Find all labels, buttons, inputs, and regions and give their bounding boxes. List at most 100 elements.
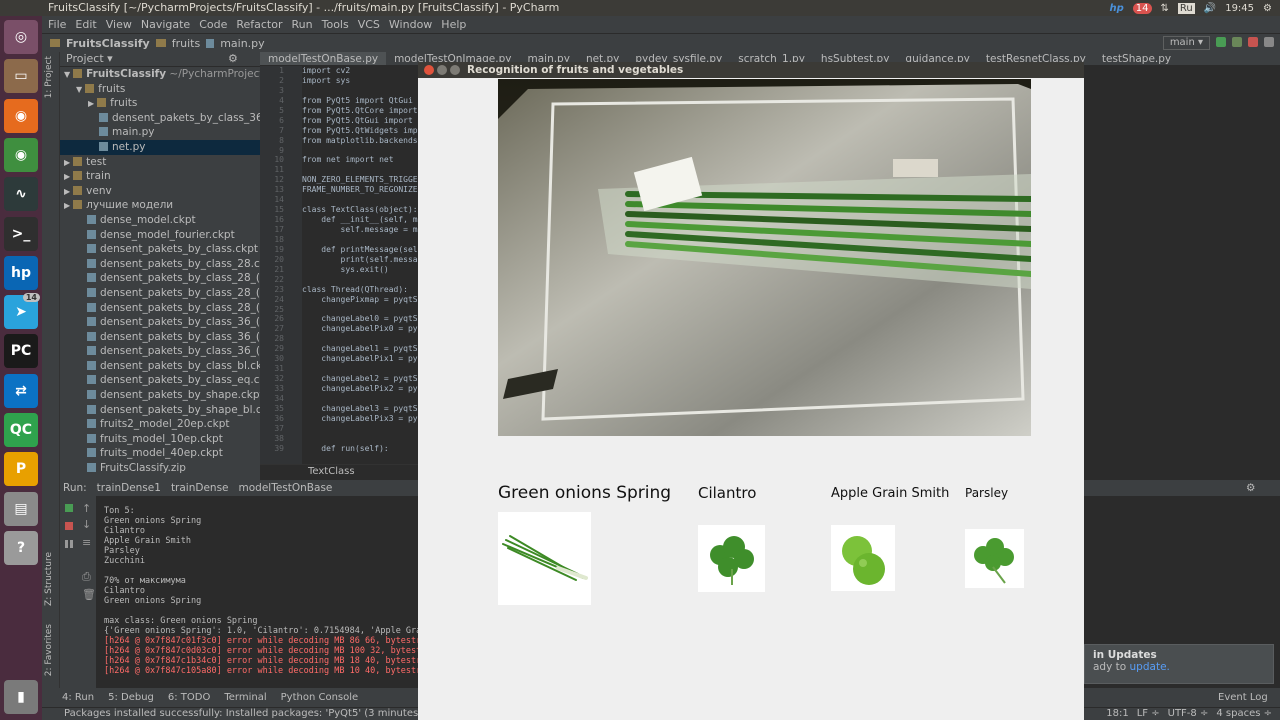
scanner-icon[interactable]: ▤: [4, 491, 38, 526]
run-icon[interactable]: [1216, 37, 1226, 47]
status-message[interactable]: Packages installed successfully: Install…: [64, 708, 444, 719]
wrap-icon[interactable]: ≡: [82, 536, 91, 549]
tool-window-2[interactable]: 6: TODO: [168, 692, 210, 703]
expand-arrow-icon[interactable]: ▶: [88, 99, 94, 108]
stop-icon[interactable]: [1248, 37, 1258, 47]
nav-file[interactable]: main.py: [220, 37, 264, 50]
menu-tools[interactable]: Tools: [322, 18, 349, 31]
code-breadcrumb[interactable]: TextClass: [260, 464, 418, 480]
chrome-icon[interactable]: ◉: [4, 137, 38, 172]
files-icon[interactable]: ▭: [4, 59, 38, 94]
menu-refactor[interactable]: Refactor: [236, 18, 282, 31]
menu-window[interactable]: Window: [389, 18, 432, 31]
volume-icon[interactable]: 🔊: [1204, 3, 1216, 14]
tree-item[interactable]: dense_model.ckpt: [60, 213, 260, 228]
stop-run-icon[interactable]: [65, 522, 73, 530]
tree-item[interactable]: densent_pakets_by_class_28_(1).ckpt: [60, 271, 260, 286]
tree-item[interactable]: ▶ venv: [60, 184, 260, 199]
nav-project[interactable]: FruitsClassify: [66, 37, 150, 50]
menu-edit[interactable]: Edit: [75, 18, 96, 31]
menu-file[interactable]: File: [48, 18, 66, 31]
presentation-icon[interactable]: P: [4, 452, 38, 487]
tree-item[interactable]: ▶ train: [60, 169, 260, 184]
pause-icon[interactable]: [65, 540, 73, 548]
maximize-icon[interactable]: [450, 65, 460, 75]
tree-item[interactable]: densent_pakets_by_class_eq.ckpt: [60, 373, 260, 388]
telegram-icon[interactable]: ➤ 14: [4, 293, 40, 330]
menu-vcs[interactable]: VCS: [358, 18, 380, 31]
tree-item[interactable]: fruits_model_10ep.ckpt: [60, 432, 260, 447]
print-icon[interactable]: ⎙: [82, 570, 91, 584]
tree-item[interactable]: densent_pakets_by_class_bl.ckpt: [60, 359, 260, 374]
run-tab-1[interactable]: trainDense: [171, 482, 229, 494]
ubuntu-dash-icon[interactable]: ◎: [4, 20, 38, 54]
expand-arrow-icon[interactable]: ▼: [76, 85, 82, 94]
tree-item[interactable]: densent_pakets_by_class_36_(eps_0_0: [60, 344, 260, 359]
tool-window-4[interactable]: Python Console: [281, 692, 359, 703]
expand-arrow-icon[interactable]: ▶: [64, 158, 70, 167]
hp-icon[interactable]: hp: [4, 255, 38, 290]
tree-item[interactable]: ▼ fruits: [60, 82, 260, 97]
update-link[interactable]: update.: [1130, 661, 1170, 673]
teamviewer-icon[interactable]: ⇄: [4, 373, 38, 408]
menu-navigate[interactable]: Navigate: [141, 18, 190, 31]
system-monitor-icon[interactable]: ∿: [4, 177, 38, 212]
pycharm-icon[interactable]: PC: [4, 334, 38, 369]
tree-item[interactable]: ▼ FruitsClassify ~/PycharmProjects/Fruits…: [60, 67, 260, 82]
clock[interactable]: 19:45: [1225, 3, 1254, 14]
nav-folder[interactable]: fruits: [172, 37, 200, 50]
expand-arrow-icon[interactable]: ▼: [64, 70, 70, 79]
menu-help[interactable]: Help: [441, 18, 466, 31]
run-console[interactable]: Ton 5: Green onions Spring Cilantro Apple G…: [96, 496, 418, 688]
tree-item[interactable]: densent_pakets_by_class_28_(eps_0_0: [60, 301, 260, 316]
expand-arrow-icon[interactable]: ▶: [64, 172, 70, 181]
favorites-tool-tab[interactable]: 2: Favorites: [44, 624, 54, 676]
tree-item[interactable]: ▶ test: [60, 155, 260, 170]
tree-item[interactable]: ▶ fruits: [60, 96, 260, 111]
minimize-icon[interactable]: [437, 65, 447, 75]
tree-item[interactable]: densent_pakets_by_class_36_(eps_0_0: [60, 330, 260, 345]
run-tab-2[interactable]: modelTestOnBase: [239, 482, 333, 494]
down-arrow-icon[interactable]: ↓: [82, 518, 91, 531]
debug-icon[interactable]: [1232, 37, 1242, 47]
keyboard-layout[interactable]: Ru: [1177, 2, 1195, 14]
settings-gear-icon[interactable]: ⚙: [1263, 3, 1272, 14]
tree-item[interactable]: densent_pakets_by_class_28_(40_ep).c: [60, 286, 260, 301]
network-icon[interactable]: ⇅: [1161, 3, 1169, 14]
menu-view[interactable]: View: [106, 18, 132, 31]
tree-item[interactable]: fruits2_model_20ep.ckpt: [60, 417, 260, 432]
trash-icon[interactable]: 🗑: [82, 588, 96, 601]
tree-item[interactable]: fruits_model_40ep.ckpt: [60, 446, 260, 461]
tree-item[interactable]: main.py: [60, 125, 260, 140]
settings-gear-icon[interactable]: ⚙: [228, 52, 238, 66]
notification-badge[interactable]: 14: [1132, 2, 1152, 14]
file-encoding[interactable]: UTF-8 ÷: [1168, 708, 1209, 720]
trash-icon[interactable]: ▮: [4, 680, 38, 714]
event-log-button[interactable]: Event Log: [1218, 692, 1268, 703]
help-icon[interactable]: ?: [4, 530, 38, 565]
firefox-icon[interactable]: ◉: [4, 98, 38, 133]
hp-tray-icon[interactable]: hp: [1110, 3, 1124, 14]
code-editor[interactable]: import cv2 import sys from PyQt5 import Qt…: [302, 66, 418, 464]
expand-arrow-icon[interactable]: ▶: [64, 201, 70, 210]
settings-gear-icon[interactable]: ⚙: [1246, 482, 1255, 494]
tree-item[interactable]: FruitsClassify.zip: [60, 461, 260, 476]
editor-tab[interactable]: modelTestOnBase.py: [260, 52, 387, 65]
line-separator[interactable]: LF ÷: [1137, 708, 1160, 720]
rerun-icon[interactable]: [65, 504, 73, 512]
tree-item[interactable]: densent_pakets_by_class_36_(eps_0_0: [60, 315, 260, 330]
tree-item[interactable]: net.py: [60, 139, 260, 155]
menu-code[interactable]: Code: [199, 18, 227, 31]
project-view-selector[interactable]: Project ▾: [66, 52, 113, 65]
indent-setting[interactable]: 4 spaces ÷: [1216, 708, 1272, 720]
tree-item[interactable]: densent_pakets_by_class_36_(eps_0: [60, 111, 260, 126]
close-icon[interactable]: [424, 65, 434, 75]
menu-run[interactable]: Run: [292, 18, 313, 31]
expand-arrow-icon[interactable]: ▶: [64, 187, 70, 196]
editor-tab[interactable]: testShape.py: [1094, 52, 1179, 65]
tree-item[interactable]: densent_pakets_by_shape.ckpt: [60, 388, 260, 403]
tree-item[interactable]: densent_pakets_by_shape_bl.ckpt: [60, 403, 260, 418]
tool-window-1[interactable]: 5: Debug: [108, 692, 154, 703]
tool-window-0[interactable]: 4: Run: [62, 692, 94, 703]
structure-tool-tab[interactable]: Z: Structure: [44, 552, 54, 606]
